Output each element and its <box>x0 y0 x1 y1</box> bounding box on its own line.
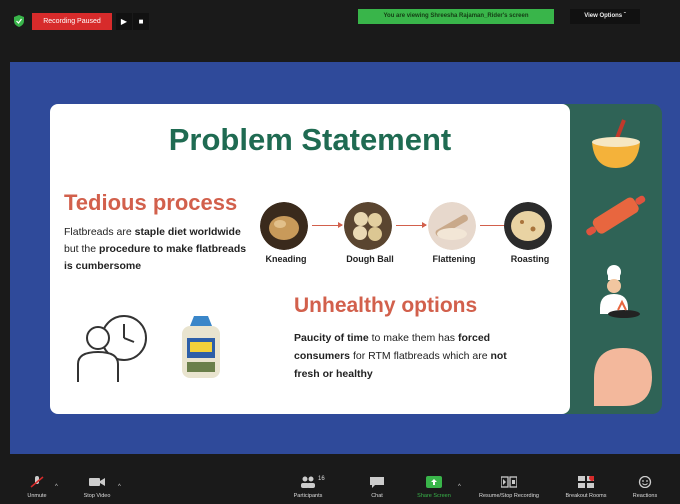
tedious-description: Flatbreads are staple diet worldwide but… <box>64 224 254 275</box>
dough-ball-photo-icon <box>344 202 392 250</box>
slide-content-card: Problem Statement Tedious process Flatbr… <box>50 104 570 414</box>
person-clock-icon <box>77 315 147 382</box>
reactions-button[interactable]: Reactions <box>624 454 666 504</box>
step-label: Flattening <box>432 254 476 264</box>
chat-button[interactable]: Chat <box>360 454 394 504</box>
step-kneading: Kneading <box>260 202 312 264</box>
mixing-bowl-icon <box>592 119 640 168</box>
unmute-button[interactable]: Unmute <box>16 454 58 504</box>
participants-label: Participants <box>293 493 323 499</box>
view-options-button[interactable]: View Options ˇ <box>570 9 640 24</box>
flatbread-shape-icon <box>594 348 652 406</box>
kneading-photo-icon <box>260 202 308 250</box>
chef-icon <box>600 265 640 318</box>
audio-options-caret[interactable]: ^ <box>55 484 58 490</box>
breakout-rooms-label: Breakout Rooms <box>565 493 607 499</box>
meeting-toolbar: Unmute ^ Stop Video ^ Participants 16 Ch… <box>0 454 680 504</box>
slide-title: Problem Statement <box>168 122 452 157</box>
reactions-label: Reactions <box>632 493 658 499</box>
recording-controls-icon <box>501 476 517 488</box>
step-label: Kneading <box>265 254 307 264</box>
unhealthy-heading: Unhealthy options <box>294 294 478 317</box>
reactions-icon <box>638 476 652 488</box>
flattening-photo-icon <box>428 202 476 250</box>
process-arrow <box>312 222 343 228</box>
step-roasting: Roasting <box>504 202 556 264</box>
stop-video-label: Stop Video <box>83 493 111 499</box>
share-screen-button[interactable]: Share Screen <box>406 454 462 504</box>
share-screen-icon <box>426 476 442 488</box>
packaged-flatbread-icon <box>182 316 220 378</box>
viewing-screen-banner: You are viewing Shreesha Rajaman_Rider's… <box>358 9 554 24</box>
video-camera-icon <box>89 478 105 486</box>
meeting-top-bar: Recording Paused ▶ ■ You are viewing Shr… <box>0 0 680 62</box>
tedious-text-2: staple diet worldwide <box>134 226 241 238</box>
tedious-text-3: but the <box>64 243 100 255</box>
recording-paused-button[interactable]: Recording Paused <box>32 13 112 30</box>
step-label: Roasting <box>510 254 550 264</box>
presentation-slide: Problem Statement Tedious process Flatbr… <box>50 104 662 414</box>
roasting-photo-icon <box>504 202 552 250</box>
unmute-label: Unmute <box>27 493 47 499</box>
stop-recording-button[interactable]: ■ <box>133 13 149 30</box>
video-options-caret[interactable]: ^ <box>118 484 121 490</box>
rolling-pin-icon <box>586 195 646 236</box>
breakout-rooms-icon <box>578 476 594 488</box>
step-label: Dough Ball <box>346 254 394 264</box>
step-flattening: Flattening <box>428 202 480 264</box>
stop-video-button[interactable]: Stop Video <box>72 454 122 504</box>
chat-label: Chat <box>371 493 383 499</box>
recording-label: Resume/Stop Recording <box>479 493 539 499</box>
share-options-caret[interactable]: ^ <box>458 484 461 490</box>
resume-stop-recording-button[interactable]: Resume/Stop Recording <box>466 454 552 504</box>
breakout-rooms-button[interactable]: Breakout Rooms <box>556 454 616 504</box>
tedious-text-1: Flatbreads are <box>64 226 135 238</box>
resume-recording-button[interactable]: ▶ <box>116 13 132 30</box>
process-arrow <box>396 222 427 228</box>
muted-microphone-icon <box>30 476 44 488</box>
participants-icon <box>301 476 315 488</box>
participants-count: 16 <box>318 476 325 482</box>
step-dough-ball: Dough Ball <box>344 202 396 264</box>
unhealthy-text-4: for RTM flatbreads which are <box>350 350 491 362</box>
tedious-heading: Tedious process <box>64 190 238 215</box>
unhealthy-description: Paucity of time to make them has forced … <box>294 329 534 383</box>
share-screen-label: Share Screen <box>417 493 451 499</box>
shield-icon <box>14 15 24 27</box>
unhealthy-text-2: to make them has <box>368 332 458 344</box>
chat-icon <box>370 477 384 488</box>
unhealthy-text-1: Paucity of time <box>294 332 369 344</box>
shared-screen: Problem Statement Tedious process Flatbr… <box>10 62 680 454</box>
